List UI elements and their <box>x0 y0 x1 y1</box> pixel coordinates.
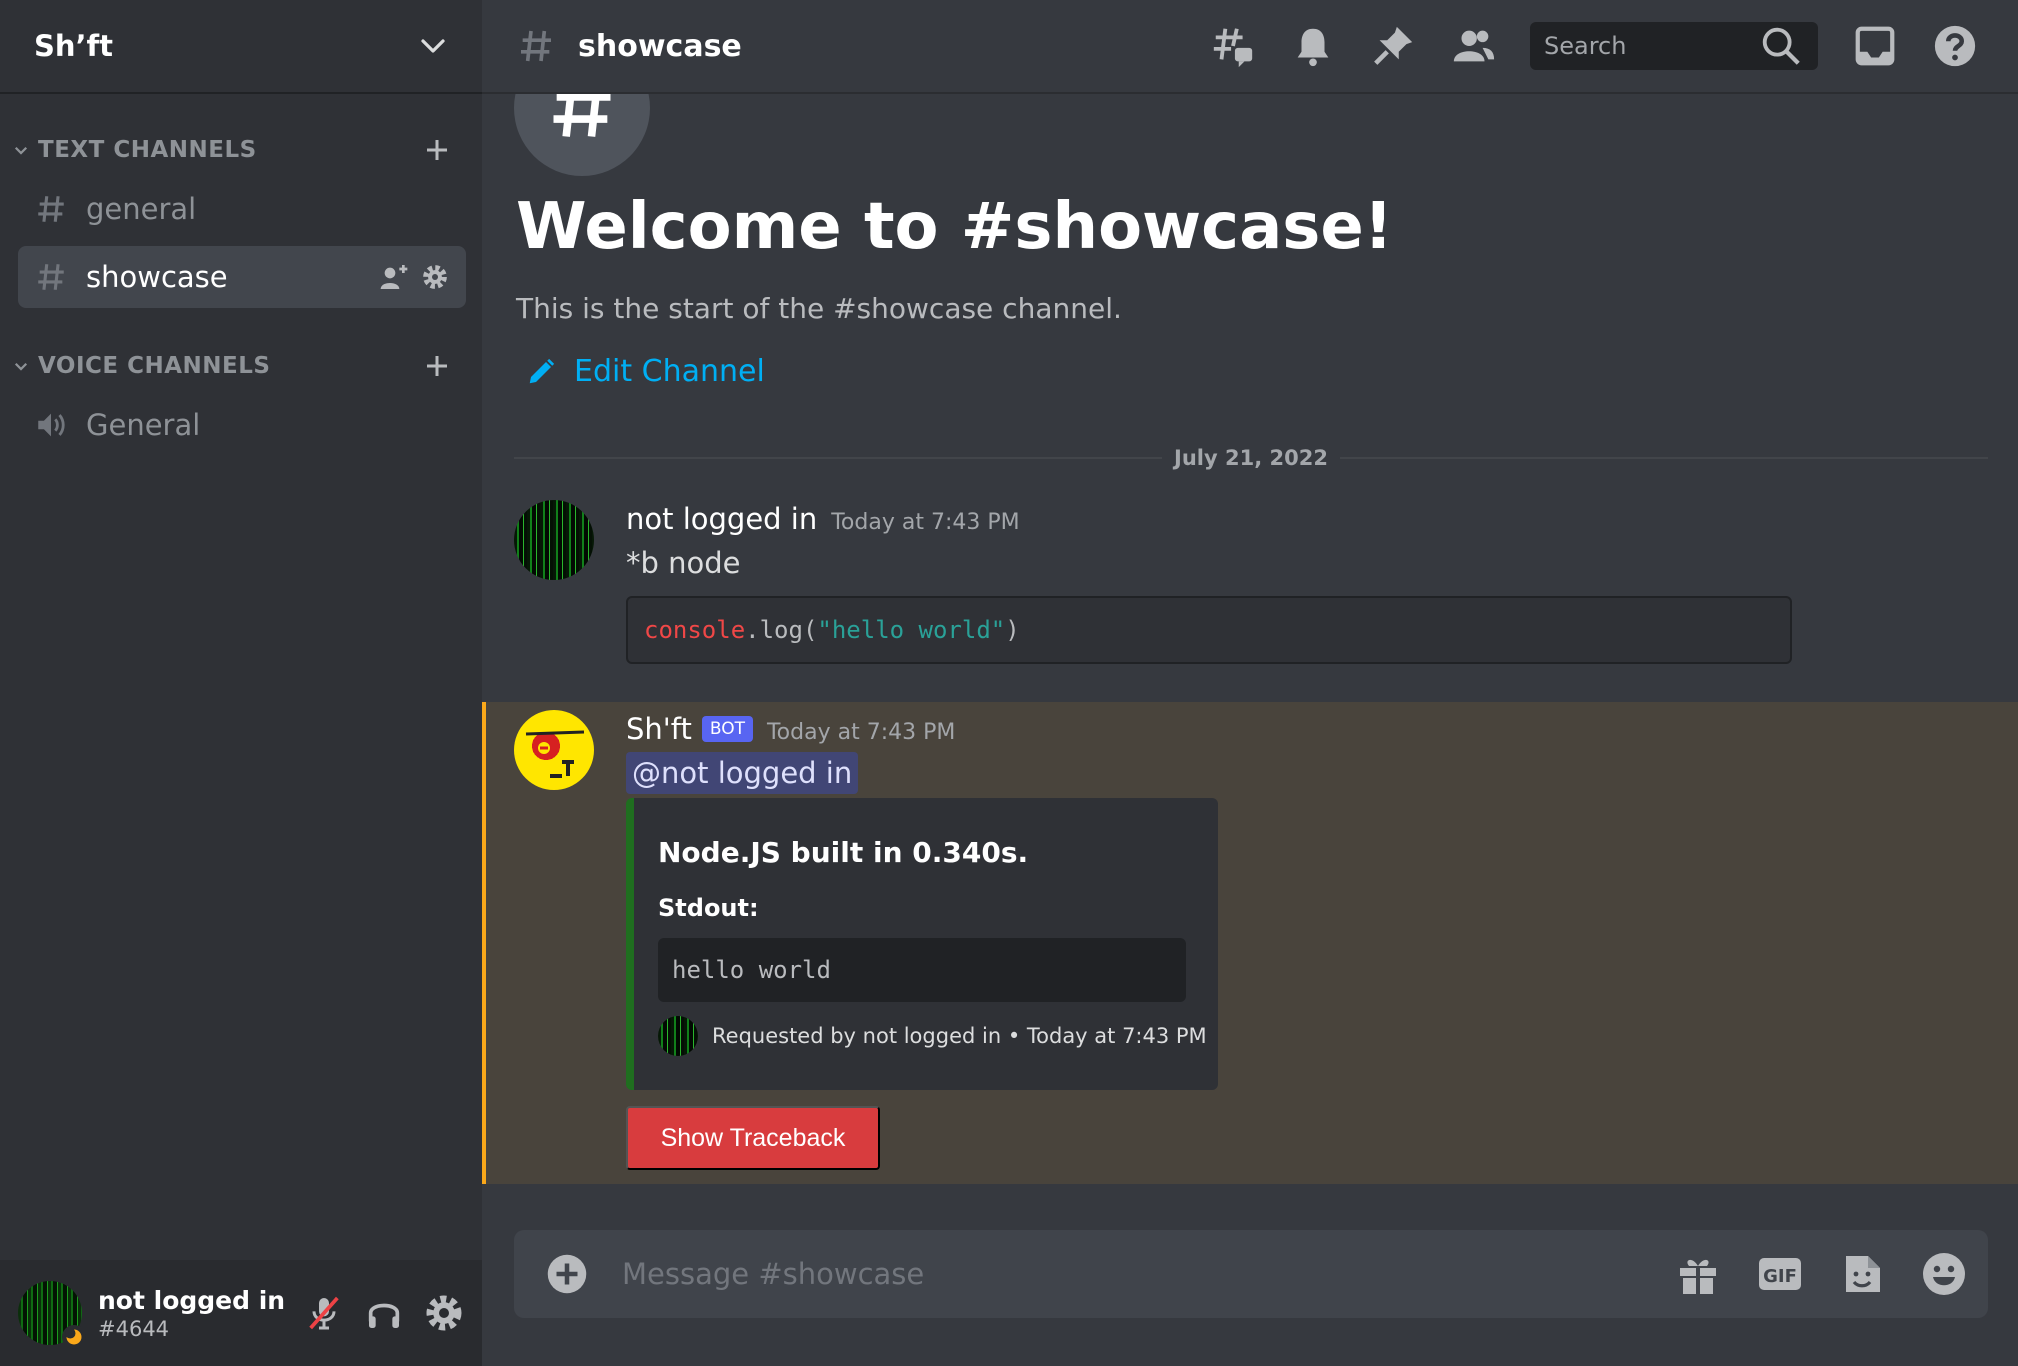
idle-status-icon <box>62 1325 86 1349</box>
header-toolbar: Search <box>1210 22 1978 70</box>
message-composer: Message #showcase GIF <box>514 1230 1988 1318</box>
sidebar-item-showcase[interactable]: showcase <box>18 246 466 308</box>
search-icon <box>1762 27 1800 65</box>
sidebar-item-voice-general[interactable]: General <box>18 394 466 456</box>
sticker-icon[interactable] <box>1838 1250 1886 1298</box>
date-label: July 21, 2022 <box>1174 446 1328 470</box>
avatar[interactable] <box>514 500 594 580</box>
user-name: not logged in <box>98 1285 286 1315</box>
speaker-icon <box>38 413 65 437</box>
avatar <box>658 1016 698 1056</box>
embed-field-value: hello world <box>658 938 1186 1002</box>
message-header: Sh'ft BOT Today at 7:43 PM <box>626 712 955 746</box>
headphones-icon[interactable] <box>364 1293 404 1333</box>
search-placeholder: Search <box>1544 32 1627 60</box>
message-input[interactable]: Message #showcase <box>622 1257 1674 1291</box>
chevron-down-icon <box>421 39 445 53</box>
message-timestamp: Today at 7:43 PM <box>766 720 956 745</box>
category-label: VOICE CHANNELS <box>38 353 271 379</box>
gif-label: GIF <box>1763 1266 1797 1287</box>
bot-avatar-art <box>525 730 585 778</box>
add-attachment-icon[interactable] <box>546 1253 588 1295</box>
pin-icon[interactable] <box>1370 23 1416 69</box>
user-controls <box>304 1293 464 1333</box>
message-author[interactable]: Sh'ft <box>626 712 692 746</box>
avatar[interactable] <box>514 710 594 790</box>
user-mention[interactable]: @not logged in <box>626 752 859 794</box>
chevron-down-icon <box>14 362 28 371</box>
code-token: "hello world" <box>817 616 1006 644</box>
edit-channel-link[interactable]: Edit Channel <box>526 354 765 389</box>
code-block: console .log("hello world") <box>626 596 1792 664</box>
member-list-icon[interactable] <box>1450 23 1496 69</box>
user-panel: not logged in #4644 <box>0 1260 482 1366</box>
channel-label: showcase <box>86 260 228 294</box>
code-token: console <box>644 616 746 644</box>
user-tag: #4644 <box>98 1316 170 1341</box>
emoji-icon[interactable] <box>1920 1250 1968 1298</box>
embed-card: Node.JS built in 0.340s. Stdout: hello w… <box>626 798 1218 1090</box>
embed-footer: Requested by not logged in • Today at 7:… <box>658 1016 1207 1056</box>
date-divider: July 21, 2022 <box>514 444 1989 472</box>
inbox-icon[interactable] <box>1852 23 1898 69</box>
channel-sidebar: Sh’ft TEXT CHANNELS general showcase VOI… <box>0 0 482 1366</box>
user-meta[interactable]: not logged in #4644 <box>98 1286 304 1341</box>
channel-label: General <box>86 408 201 442</box>
hashtag-icon <box>38 196 64 222</box>
pencil-icon <box>529 358 555 383</box>
gift-icon[interactable] <box>1674 1250 1722 1298</box>
chevron-down-icon <box>14 146 28 155</box>
welcome-subtitle: This is the start of the #showcase chann… <box>516 292 1122 325</box>
threads-icon[interactable] <box>1210 23 1256 69</box>
message-author[interactable]: not logged in <box>626 502 817 536</box>
sidebar-item-general[interactable]: general <box>18 178 466 240</box>
hashtag-icon <box>521 30 551 62</box>
message-header: not logged in Today at 7:43 PM <box>626 502 1020 536</box>
avatar[interactable] <box>18 1281 86 1349</box>
welcome-title: Welcome to #showcase! <box>516 190 1393 264</box>
channel-label: general <box>86 192 197 226</box>
composer-toolbar: GIF <box>1674 1250 1968 1298</box>
page-title: showcase <box>578 28 742 64</box>
divider-line <box>1339 457 1989 459</box>
search-input[interactable]: Search <box>1530 22 1818 70</box>
create-invite-icon[interactable] <box>378 261 410 293</box>
chat-area: showcase Search Welcome to #showcase! Th… <box>482 0 2018 1366</box>
category-voice-channels[interactable]: VOICE CHANNELS <box>0 346 482 386</box>
bot-badge: BOT <box>701 716 753 742</box>
code-token: .log( <box>745 616 818 644</box>
gear-icon[interactable] <box>424 1293 464 1333</box>
category-text-channels[interactable]: TEXT CHANNELS <box>0 130 482 170</box>
add-channel-icon[interactable] <box>422 351 452 381</box>
muted-microphone-icon[interactable] <box>304 1293 344 1333</box>
embed-field-name: Stdout: <box>658 894 759 922</box>
gif-icon[interactable]: GIF <box>1756 1250 1804 1298</box>
server-header[interactable]: Sh’ft <box>0 0 482 94</box>
add-channel-icon[interactable] <box>422 135 452 165</box>
help-icon[interactable] <box>1932 23 1978 69</box>
gear-icon[interactable] <box>420 262 450 292</box>
divider-line <box>514 457 1163 459</box>
message-timestamp: Today at 7:43 PM <box>831 510 1020 535</box>
embed-footer-text: Requested by not logged in • Today at 7:… <box>712 1024 1207 1048</box>
hashtag-icon <box>38 264 64 290</box>
channel-tools <box>378 261 450 293</box>
code-token: ) <box>1005 616 1020 644</box>
message-content: *b node <box>626 546 741 580</box>
show-traceback-button[interactable]: Show Traceback <box>626 1106 880 1170</box>
category-label: TEXT CHANNELS <box>38 137 257 163</box>
server-name: Sh’ft <box>34 29 114 63</box>
embed-title: Node.JS built in 0.340s. <box>658 836 1029 869</box>
bell-icon[interactable] <box>1290 23 1336 69</box>
discord-app: Sh’ft TEXT CHANNELS general showcase VOI… <box>0 0 2018 1366</box>
edit-channel-label: Edit Channel <box>574 354 765 389</box>
channel-header: showcase Search <box>482 0 2018 94</box>
